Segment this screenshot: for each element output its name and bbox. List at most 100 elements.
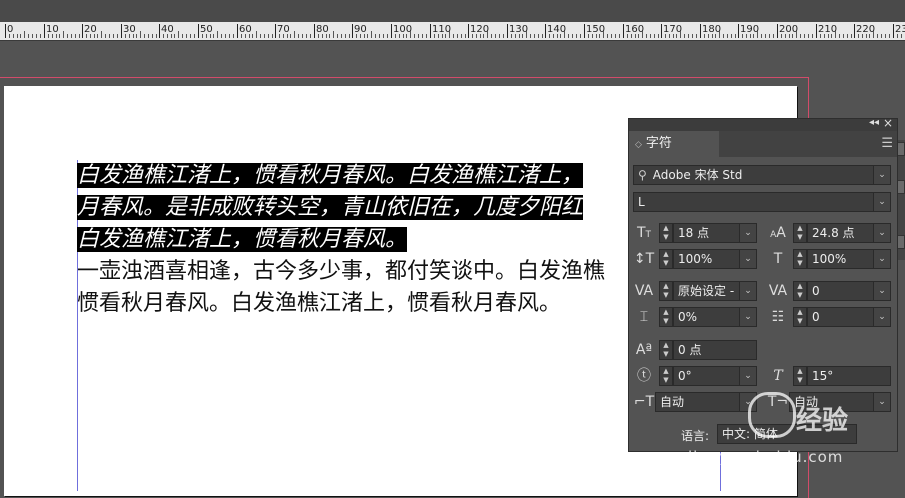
- horizontal-ruler[interactable]: 0 10 20 30 40 50 60 70 80 90 100 110 120 130 140 150 160…: [0, 0, 905, 41]
- chevron-down-icon[interactable]: ⌄: [873, 224, 890, 242]
- grid-tracking-stepper[interactable]: ▲ ▼: [793, 307, 807, 327]
- chevron-down-icon[interactable]: ⌄: [739, 282, 756, 300]
- kerning-icon: VA: [634, 283, 654, 299]
- tsume-stepper[interactable]: ▲ ▼: [659, 307, 673, 327]
- ruler-minor-tick: [213, 34, 214, 38]
- ruler-minor-tick: [792, 34, 793, 38]
- ruler-minor-tick: [410, 31, 411, 38]
- tab-character[interactable]: ◇ 字符: [629, 131, 719, 157]
- font-family-field[interactable]: ⚲ Adobe 宋体 Std ⌄: [633, 165, 891, 185]
- chevron-down-icon[interactable]: ⌄: [873, 193, 890, 211]
- tracking-field[interactable]: 0 ⌄: [807, 281, 891, 301]
- font-style-value: L: [638, 195, 645, 209]
- ruler-minor-tick: [866, 34, 867, 38]
- grid-tracking-field[interactable]: 0 ⌄: [807, 307, 891, 327]
- ruler-minor-tick: [294, 31, 295, 38]
- ruler-minor-tick: [704, 34, 705, 38]
- chevron-down-icon[interactable]: ⌄: [873, 166, 890, 184]
- ruler-minor-tick: [676, 34, 677, 38]
- ruler-minor-tick: [272, 34, 273, 38]
- ruler-minor-tick: [889, 34, 890, 38]
- ruler-major-tick: [198, 24, 199, 38]
- ruler-major-tick: [159, 24, 160, 38]
- grid-tracking-value: 0: [812, 310, 820, 324]
- selected-text[interactable]: 月春风。是非成败转头空，青山依旧在，几度夕阳红: [77, 195, 584, 220]
- font-size-stepper[interactable]: ▲ ▼: [659, 223, 673, 243]
- panel-titlebar[interactable]: ◂◂ ×: [629, 116, 897, 131]
- kerning-field[interactable]: 原始设定 - ⌄: [673, 281, 757, 301]
- ruler-minor-tick: [638, 34, 639, 38]
- ruler-minor-tick: [133, 34, 134, 38]
- chevron-down-icon[interactable]: ⌄: [739, 224, 756, 242]
- baseline-shift-value: 0 点: [678, 343, 702, 357]
- font-style-field[interactable]: L ⌄: [633, 192, 891, 212]
- ruler-minor-tick: [306, 34, 307, 38]
- chevron-down-icon[interactable]: ⌄: [739, 250, 756, 268]
- font-size-field[interactable]: 18 点 ⌄: [673, 223, 757, 243]
- leading-stepper[interactable]: ▲ ▼: [793, 223, 807, 243]
- chevron-down-icon[interactable]: ⌄: [739, 308, 756, 326]
- ruler-minor-tick: [669, 34, 670, 38]
- skew-stepper[interactable]: ▲ ▼: [793, 366, 807, 386]
- chevron-down-icon[interactable]: ⌄: [873, 250, 890, 268]
- panel-menu-icon[interactable]: ☰: [881, 136, 893, 151]
- skew-icon: T: [773, 368, 783, 384]
- ruler-minor-tick: [461, 34, 462, 38]
- ruler-major-tick: [854, 24, 855, 38]
- ruler-minor-tick: [75, 34, 76, 38]
- horizontal-scale-field[interactable]: 100% ⌄: [807, 249, 891, 269]
- vertical-scale-stepper[interactable]: ▲ ▼: [659, 249, 673, 269]
- ruler-minor-tick: [13, 34, 14, 38]
- tsume-field[interactable]: 0% ⌄: [673, 307, 757, 327]
- panel-tabbar: ◇ 字符 ☰: [629, 131, 897, 157]
- ruler-minor-tick: [144, 34, 145, 38]
- ruler-minor-tick: [140, 31, 141, 38]
- ruler-minor-tick: [406, 34, 407, 38]
- vertical-scale-field[interactable]: 100% ⌄: [673, 249, 757, 269]
- close-icon[interactable]: ×: [883, 116, 893, 130]
- ruler-minor-tick: [619, 34, 620, 38]
- horizontal-scale-stepper[interactable]: ▲ ▼: [793, 249, 807, 269]
- ruler-minor-tick: [572, 34, 573, 38]
- search-icon: ⚲: [638, 168, 647, 182]
- ruler-minor-tick: [615, 34, 616, 38]
- chevron-down-icon[interactable]: ⌄: [873, 282, 890, 300]
- ruler-minor-tick: [442, 34, 443, 38]
- ruler-minor-tick: [97, 34, 98, 38]
- selected-text[interactable]: 白发渔樵江渚上，惯看秋月春风。白发渔樵江渚上，: [77, 163, 584, 188]
- body-text[interactable]: 一壶浊酒喜相逢，古今多少事，都付笑谈中。白发渔樵: [77, 259, 605, 284]
- rotation-field[interactable]: 0° ⌄: [673, 366, 757, 386]
- ruler-minor-tick: [646, 34, 647, 38]
- ruler-minor-tick: [349, 34, 350, 38]
- ruler-minor-tick: [773, 34, 774, 38]
- rotation-stepper[interactable]: ▲ ▼: [659, 366, 673, 386]
- ruler-major-tick: [507, 24, 508, 38]
- ruler-minor-tick: [56, 34, 57, 38]
- ruler-minor-tick: [9, 34, 10, 38]
- kerning-stepper[interactable]: ▲ ▼: [659, 281, 673, 301]
- ruler-minor-tick: [839, 34, 840, 38]
- tracking-stepper[interactable]: ▲ ▼: [793, 281, 807, 301]
- ruler-minor-tick: [553, 34, 554, 38]
- ruler-minor-tick: [403, 34, 404, 38]
- text-frame[interactable]: 白发渔樵江渚上，惯看秋月春风。白发渔樵江渚上， 月春风。是非成败转头空，青山依旧…: [77, 160, 605, 320]
- body-text[interactable]: 惯看秋月春风。白发渔樵江渚上，惯看秋月春风。: [77, 291, 561, 316]
- ruler-minor-tick: [125, 34, 126, 38]
- ruler-major-tick: [5, 24, 6, 38]
- ruler-minor-tick: [650, 34, 651, 38]
- ruler-minor-tick: [627, 34, 628, 38]
- text-line: 惯看秋月春风。白发渔樵江渚上，惯看秋月春风。: [77, 288, 605, 320]
- chevron-down-icon[interactable]: ⌄: [739, 367, 756, 385]
- baseline-shift-stepper[interactable]: ▲ ▼: [659, 340, 673, 360]
- ruler-minor-tick: [20, 34, 21, 38]
- ruler-minor-tick: [322, 34, 323, 38]
- baseline-shift-field[interactable]: 0 点: [673, 340, 757, 360]
- skew-field[interactable]: 15°: [807, 366, 891, 386]
- leading-field[interactable]: 24.8 点 ⌄: [807, 223, 891, 243]
- chevron-down-icon[interactable]: ⌄: [873, 308, 890, 326]
- ruler-minor-tick: [515, 34, 516, 38]
- ruler-minor-tick: [264, 34, 265, 38]
- collapse-icon[interactable]: ◂◂: [869, 117, 879, 128]
- ruler-minor-tick: [310, 34, 311, 38]
- selected-text[interactable]: 白发渔樵江渚上，惯看秋月春风。: [77, 227, 408, 252]
